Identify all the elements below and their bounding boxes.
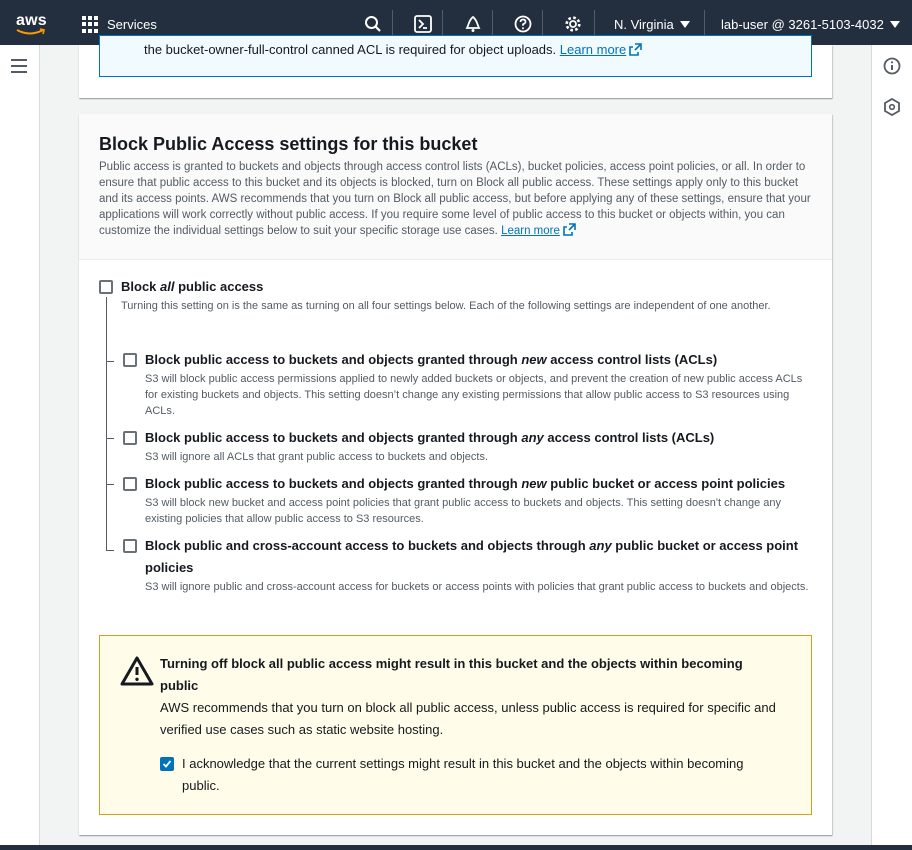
block-new-acls-checkbox[interactable] [123,353,137,367]
services-grid-icon[interactable] [82,16,99,33]
warning-triangle-icon [120,656,154,691]
learn-more-link[interactable]: Learn more [560,42,643,57]
external-link-icon [563,223,576,236]
block-any-acls-checkbox[interactable] [123,431,137,445]
aws-logo[interactable]: aws [14,9,50,37]
services-menu[interactable]: Services [107,17,157,32]
panel-header: Block Public Access settings for this bu… [79,114,832,260]
block-cross-account-description: S3 will ignore public and cross-account … [145,581,809,593]
notifications-bell-icon[interactable] [462,13,484,35]
search-icon[interactable] [362,13,384,35]
chevron-down-icon [679,21,690,28]
external-link-icon [629,43,643,56]
tree-connector [106,297,107,550]
acknowledge-label[interactable]: I acknowledge that the current settings … [182,753,772,797]
block-new-acls-description: S3 will block public access permissions … [145,373,803,417]
object-ownership-panel: the bucket-owner-full-control canned ACL… [79,35,832,98]
cloudshell-icon[interactable] [412,13,434,35]
checkmark-icon [162,760,172,768]
block-all-label[interactable]: Block all public access [121,276,263,298]
hamburger-menu-icon[interactable] [11,59,27,73]
acl-info-alert: the bucket-owner-full-control canned ACL… [99,35,812,77]
left-navigation-rail [0,45,40,850]
block-new-policies-label[interactable]: Block public access to buckets and objec… [145,473,825,495]
public-access-warning-alert: Turning off block all public access migh… [99,635,812,815]
acl-info-text: the bucket-owner-full-control canned ACL… [144,42,557,57]
account-label: lab-user @ 3261-5103-4032 [721,17,884,32]
footer-bar [0,845,912,850]
section-description: Public access is granted to buckets and … [99,161,811,237]
feedback-hexagon-icon[interactable] [884,97,900,121]
block-public-access-panel: Block Public Access settings for this bu… [79,114,832,835]
block-cross-account-label[interactable]: Block public and cross-account access to… [145,535,815,579]
block-all-description: Turning this setting on is the same as t… [121,300,771,312]
acknowledge-checkbox[interactable] [160,757,174,771]
aws-smile-icon [16,28,45,35]
block-new-acls-label[interactable]: Block public access to buckets and objec… [145,349,815,371]
help-icon[interactable] [512,13,534,35]
learn-more-link[interactable]: Learn more [501,223,576,237]
info-icon[interactable] [883,57,901,80]
region-selector[interactable]: N. Virginia [614,17,690,32]
chevron-down-icon [889,21,900,28]
block-any-acls-label[interactable]: Block public access to buckets and objec… [145,427,815,449]
region-label: N. Virginia [614,17,674,32]
account-menu[interactable]: lab-user @ 3261-5103-4032 [721,17,900,32]
block-all-public-access-checkbox[interactable] [99,280,113,294]
right-tools-rail [871,45,912,850]
block-cross-account-checkbox[interactable] [123,539,137,553]
settings-gear-icon[interactable] [562,13,584,35]
warning-title: Turning off block all public access migh… [160,656,743,693]
block-new-policies-description: S3 will block new bucket and access poin… [145,497,781,525]
block-any-acls-description: S3 will ignore all ACLs that grant publi… [145,451,489,463]
page-title: Block Public Access settings for this bu… [99,134,478,154]
warning-body: AWS recommends that you turn on block al… [160,700,776,737]
block-new-policies-checkbox[interactable] [123,477,137,491]
